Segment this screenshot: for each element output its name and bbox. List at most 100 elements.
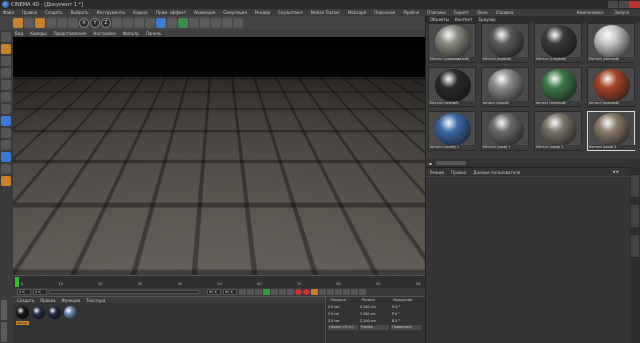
material-swatch[interactable] bbox=[16, 306, 29, 319]
texture-mode-icon[interactable] bbox=[1, 56, 11, 66]
play-button[interactable] bbox=[263, 289, 270, 295]
points-mode-icon[interactable] bbox=[1, 80, 11, 90]
coordinates-size-select[interactable]: Размер bbox=[359, 325, 390, 330]
material-swatch[interactable] bbox=[32, 306, 45, 319]
close-button[interactable] bbox=[629, 1, 640, 8]
scale-key-button[interactable] bbox=[327, 289, 334, 295]
material-preset-item[interactable]: Металл (грубый) bbox=[481, 23, 529, 63]
menu-item[interactable]: Pipeline bbox=[404, 10, 420, 15]
go-to-start-button[interactable] bbox=[239, 289, 246, 295]
menu-item[interactable]: Каркас bbox=[133, 10, 148, 15]
timeline[interactable]: 0 10 20 30 40 50 60 70 80 90 OK bbox=[13, 275, 425, 288]
material-preset-item[interactable]: Металл (хром) 1 bbox=[481, 111, 529, 151]
y-axis-button[interactable]: Y bbox=[90, 18, 100, 28]
material-preset-item[interactable]: Металл (чёрный) bbox=[428, 67, 476, 107]
material-manager-menu-item[interactable]: Правка bbox=[40, 298, 55, 303]
prev-frame-button[interactable] bbox=[255, 289, 262, 295]
timeline-playhead[interactable] bbox=[15, 277, 19, 287]
content-browser-tab[interactable]: Объекты bbox=[430, 17, 449, 22]
material-preset-item[interactable]: Металл (гладкий) bbox=[534, 23, 582, 63]
render-view-icon[interactable] bbox=[123, 18, 133, 28]
viewport-menu-item[interactable]: Камеры bbox=[30, 31, 46, 36]
viewport-menu-item[interactable]: Представление bbox=[54, 31, 87, 36]
coordinate-system-icon[interactable] bbox=[112, 18, 122, 28]
menu-item[interactable]: Окно bbox=[477, 10, 488, 15]
material-preset-item[interactable]: Металл (светлый) bbox=[587, 23, 635, 63]
minimize-button[interactable] bbox=[608, 1, 618, 8]
record-button[interactable] bbox=[295, 289, 302, 295]
light-icon[interactable] bbox=[233, 18, 243, 28]
attribute-tab[interactable]: Режим bbox=[430, 170, 444, 175]
deformer-icon[interactable] bbox=[200, 18, 210, 28]
menu-item[interactable]: Анимация bbox=[194, 10, 215, 15]
nav-arrows-icon[interactable]: ◂ ▸ bbox=[612, 169, 619, 175]
make-editable-icon[interactable] bbox=[1, 32, 11, 42]
rotation-key-button[interactable] bbox=[335, 289, 342, 295]
material-manager-menu-item[interactable]: Функция bbox=[62, 298, 81, 303]
3d-viewport[interactable] bbox=[13, 37, 425, 275]
side-tab-attributes[interactable] bbox=[631, 235, 639, 257]
apply-button[interactable]: Применить bbox=[391, 325, 422, 330]
move-icon[interactable] bbox=[46, 18, 56, 28]
thumbnail-size-slider[interactable] bbox=[435, 161, 466, 165]
material-preset-item[interactable]: металл (серый) bbox=[481, 67, 529, 107]
menu-item[interactable]: Прим. эффект bbox=[156, 10, 186, 15]
coordinate-value-field[interactable]: Z 0 cm bbox=[328, 319, 360, 323]
material-preset-item[interactable]: Металл (шероховатый) bbox=[428, 23, 476, 63]
viewport-menu-item[interactable]: Фильтр bbox=[123, 31, 139, 36]
tweak-mode-icon[interactable] bbox=[1, 128, 11, 138]
x-axis-button[interactable]: X bbox=[79, 18, 89, 28]
camera-icon[interactable] bbox=[222, 18, 232, 28]
redo-icon[interactable] bbox=[24, 18, 34, 28]
material-manager-menu-item[interactable]: Создать bbox=[17, 298, 34, 303]
menu-item[interactable]: Рендер bbox=[255, 10, 270, 15]
sphere-object[interactable] bbox=[223, 136, 323, 236]
menu-item[interactable]: Скрипт bbox=[454, 10, 469, 15]
menu-item[interactable]: MoGraph bbox=[348, 10, 366, 15]
coordinate-value-field[interactable]: B 0 ° bbox=[392, 319, 424, 323]
menu-item[interactable]: Инструменты bbox=[97, 10, 126, 15]
coordinate-value-field[interactable]: Y 0 cm bbox=[328, 312, 360, 316]
coordinate-value-field[interactable]: Z 200 cm bbox=[360, 319, 392, 323]
position-key-button[interactable] bbox=[319, 289, 326, 295]
frame-start-field[interactable]: 0 K bbox=[17, 289, 31, 295]
live-select-icon[interactable] bbox=[35, 18, 45, 28]
next-key-button[interactable] bbox=[279, 289, 286, 295]
array-icon[interactable] bbox=[189, 18, 199, 28]
frame-range-slider[interactable] bbox=[49, 290, 199, 294]
next-frame-button[interactable] bbox=[271, 289, 278, 295]
coordinates-mode-select[interactable]: Объект (Отн.) bbox=[328, 325, 358, 330]
attribute-tab[interactable]: Правка bbox=[451, 170, 466, 175]
render-picture-viewer-icon[interactable] bbox=[134, 18, 144, 28]
menu-item[interactable]: Выбрать bbox=[71, 10, 89, 15]
menu-item[interactable]: Правка bbox=[22, 10, 37, 15]
menu-item[interactable]: Файл bbox=[3, 10, 14, 15]
coordinate-value-field[interactable]: P 0 ° bbox=[392, 312, 424, 316]
side-tab-objects[interactable] bbox=[631, 175, 639, 197]
edges-mode-icon[interactable] bbox=[1, 92, 11, 102]
menu-item[interactable]: Плагины bbox=[427, 10, 446, 15]
render-settings-icon[interactable] bbox=[145, 18, 155, 28]
viewport-menu-item[interactable]: Панель bbox=[146, 31, 161, 36]
enable-axis-icon[interactable] bbox=[1, 116, 11, 126]
menu-item[interactable]: Справка bbox=[496, 10, 514, 15]
prev-key-button[interactable] bbox=[247, 289, 254, 295]
frame-max-field[interactable]: 90 K bbox=[223, 289, 237, 295]
material-preset-item[interactable]: Металл (хром) 2 bbox=[534, 111, 582, 151]
material-preset-item[interactable]: металл (синий) 1 bbox=[428, 111, 476, 151]
scene-icon[interactable] bbox=[211, 18, 221, 28]
layout-select[interactable]: Запуск bbox=[614, 10, 629, 15]
frame-end-field[interactable]: 90 K bbox=[207, 289, 221, 295]
workplane-icon[interactable] bbox=[1, 152, 11, 162]
menu-item[interactable]: Motion Tracker bbox=[311, 10, 340, 15]
material-preset-item[interactable]: металл (зелёный) bbox=[534, 67, 582, 107]
axis-mode-icon[interactable] bbox=[1, 68, 11, 78]
coordinate-value-field[interactable]: X 0 cm bbox=[328, 305, 360, 309]
side-tab-structure[interactable] bbox=[631, 205, 639, 227]
coordinate-value-field[interactable]: X 200 cm bbox=[360, 305, 392, 309]
snap-icon[interactable] bbox=[1, 140, 11, 150]
keyframe-selection-button[interactable] bbox=[311, 289, 318, 295]
pla-key-button[interactable] bbox=[351, 289, 358, 295]
material-swatch[interactable] bbox=[48, 306, 61, 319]
viewport-menu-item[interactable]: Вид bbox=[15, 31, 23, 36]
